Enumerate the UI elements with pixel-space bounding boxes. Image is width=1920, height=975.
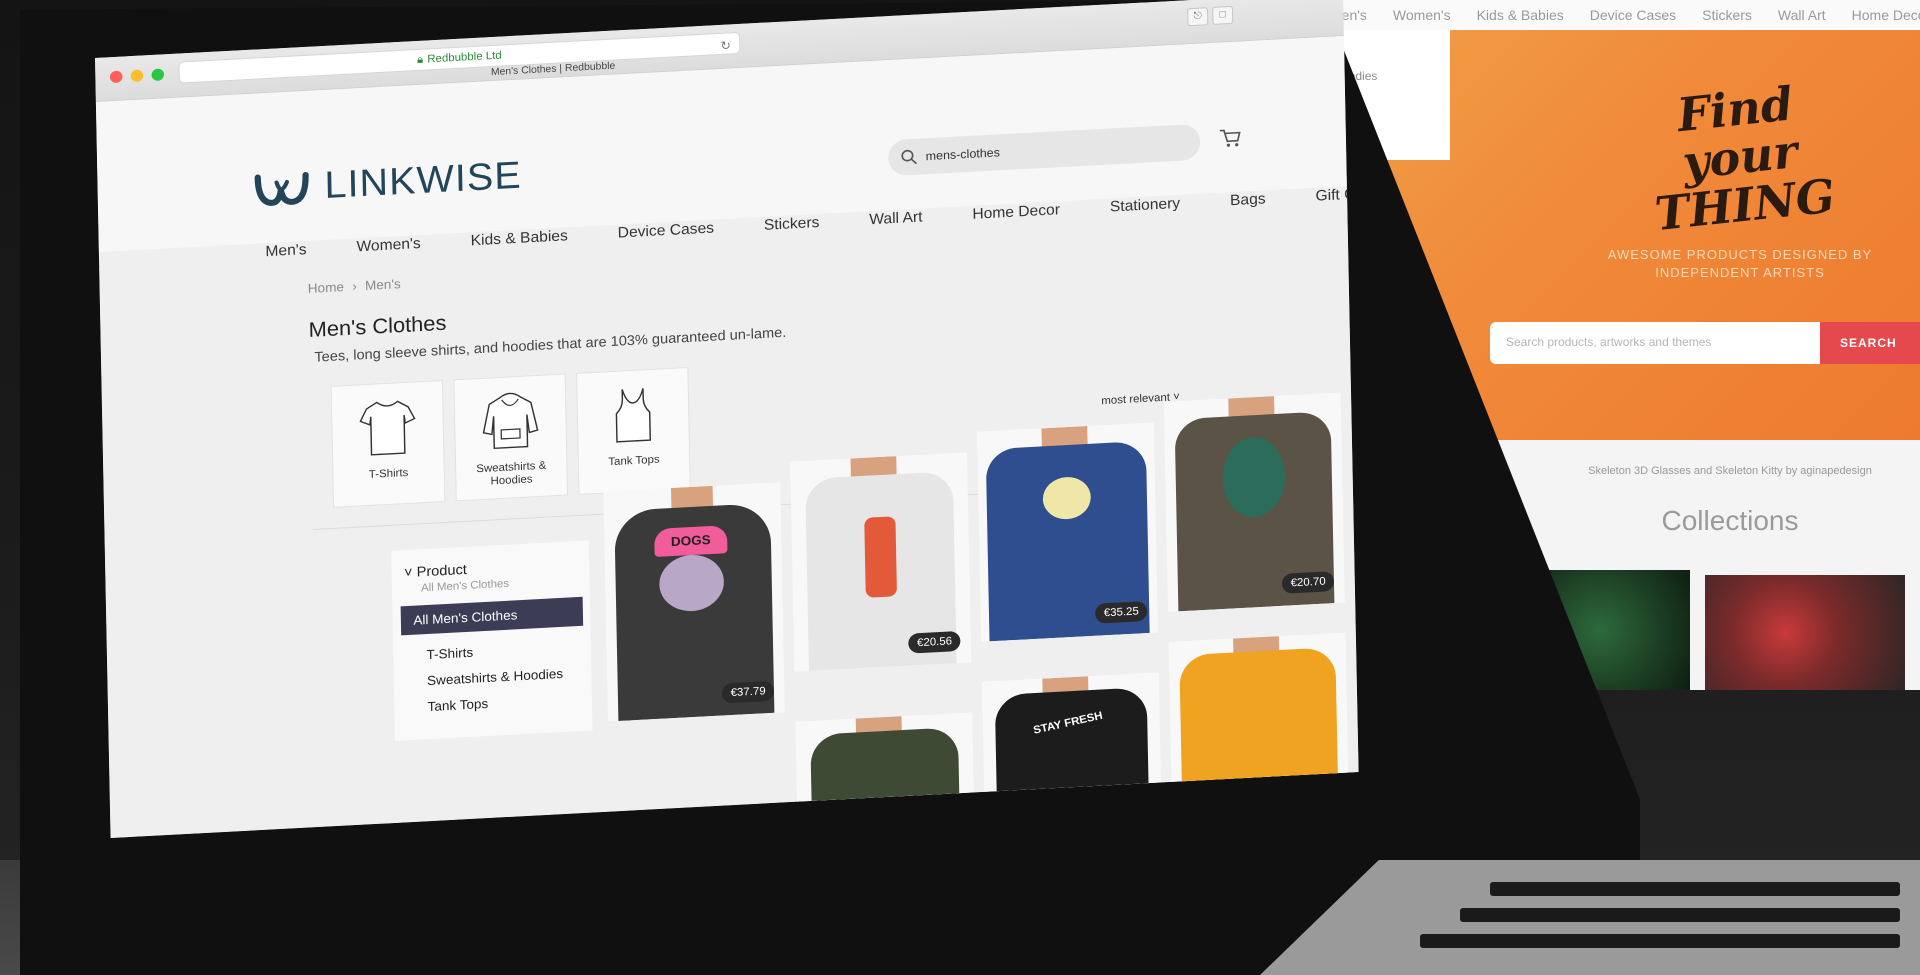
category-label: Sweatshirts & Hoodies [476,459,547,488]
category-card-sweatshirts-hoodies[interactable]: Sweatshirts & Hoodies [453,373,569,502]
price-badge: €20.70 [1282,571,1335,594]
address-text: Redbubble Ltd [427,49,502,66]
bg-caption: Skeleton 3D Glasses and Skeleton Kitty b… [1588,465,1872,477]
key-row [1490,882,1900,896]
product-card[interactable]: STAY FRESH [982,672,1162,802]
tabs-icon[interactable]: □ [1212,5,1234,25]
product-card[interactable]: €20.56 [790,452,972,672]
search-box[interactable] [887,123,1201,177]
hoodie-icon [482,392,539,450]
key-row [1460,908,1900,922]
category-label: T-Shirts [368,466,409,481]
category-label: Tank Tops [608,453,660,469]
breadcrumb: Home › Men's [308,276,401,296]
product-card[interactable] [1168,632,1349,792]
bg-collections-heading: Collections [1661,505,1799,536]
bg-nav-item: Kids & Babies [1476,7,1564,23]
minimize-window-button[interactable] [130,69,144,83]
filter-panel: ˅ Product All Men's Clothes All Men's Cl… [391,540,593,741]
sort-label: most relevant [1101,391,1171,408]
bg-nav-item: Wall Art [1777,7,1826,23]
price-badge: €37.79 [722,680,775,704]
breadcrumb-separator: › [352,278,357,294]
reload-icon[interactable]: ↻ [720,35,731,56]
bg-nav-item: Stickers [1702,7,1752,23]
laptop-screen: 🔒︎ Redbubble Ltd ↻ ⎋ □ Men's Clothes | Re… [95,0,1359,838]
bg-hero-title: Find your THING [1652,76,1838,242]
filter-option-tshirts[interactable]: T-Shirts [426,645,473,662]
bg-nav: Men's Women's Kids & Babies Device Cases… [1320,0,1920,30]
breadcrumb-mens[interactable]: Men's [365,276,401,293]
product-card[interactable]: €20.70 [1163,392,1345,612]
logo-mark-icon [254,171,309,206]
filter-heading-label: Product [416,560,467,580]
category-card-tshirts[interactable]: T-Shirts [330,379,446,508]
lock-icon: 🔒︎ [416,53,424,66]
bg-nav-item: Home Decor [1851,7,1920,23]
maximize-window-button[interactable] [151,68,165,82]
close-window-button[interactable] [109,70,123,84]
bg-search-button: SEARCH [1820,322,1920,364]
price-badge: €35.25 [1095,601,1148,624]
filter-subheading: All Men's Clothes [420,577,510,595]
bg-tagline: AWESOME PRODUCTS DESIGNED BY INDEPENDENT… [1607,247,1873,280]
tank-top-icon [615,388,652,443]
bg-nav-item: Device Cases [1589,7,1677,23]
dogs-cap-graphic: DOGS [654,525,728,557]
filter-option-tank-tops[interactable]: Tank Tops [427,696,488,714]
cart-icon[interactable] [1219,128,1242,149]
main-content: Home › Men's Men's Clothes Tees, long sl… [99,202,1359,838]
bg-collection-tile [1705,575,1905,690]
bg-search-input: Search products, artworks and themes [1490,322,1820,364]
chevron-down-icon: ˅ [403,563,413,581]
search-input[interactable] [925,136,1176,164]
page-title: Men's Clothes [308,311,447,342]
product-card[interactable]: €35.25 [977,422,1158,642]
search-icon [901,149,918,165]
share-icon[interactable]: ⎋ [1187,7,1209,27]
logo[interactable]: LINKWISE [253,155,522,212]
category-cards: T-Shirts Sweatshirts & Hoodies Tank Tops [330,366,691,508]
category-card-tank-tops[interactable]: Tank Tops [576,366,691,495]
price-badge: €20.56 [908,630,961,654]
filter-option-all[interactable]: All Men's Clothes [400,596,584,636]
breadcrumb-home[interactable]: Home [308,279,344,296]
filter-option-sweatshirts-hoodies[interactable]: Sweatshirts & Hoodies [427,666,563,688]
bird-graphic [864,516,897,598]
logo-text: LINKWISE [324,154,523,208]
filter-heading[interactable]: ˅ Product [404,561,467,580]
tshirt-icon [359,400,416,456]
product-card[interactable]: DOGS €37.79 [603,482,785,722]
tshirt-shape [1179,647,1338,792]
bg-nav-item: Women's [1392,7,1451,23]
key-row [1420,934,1900,948]
